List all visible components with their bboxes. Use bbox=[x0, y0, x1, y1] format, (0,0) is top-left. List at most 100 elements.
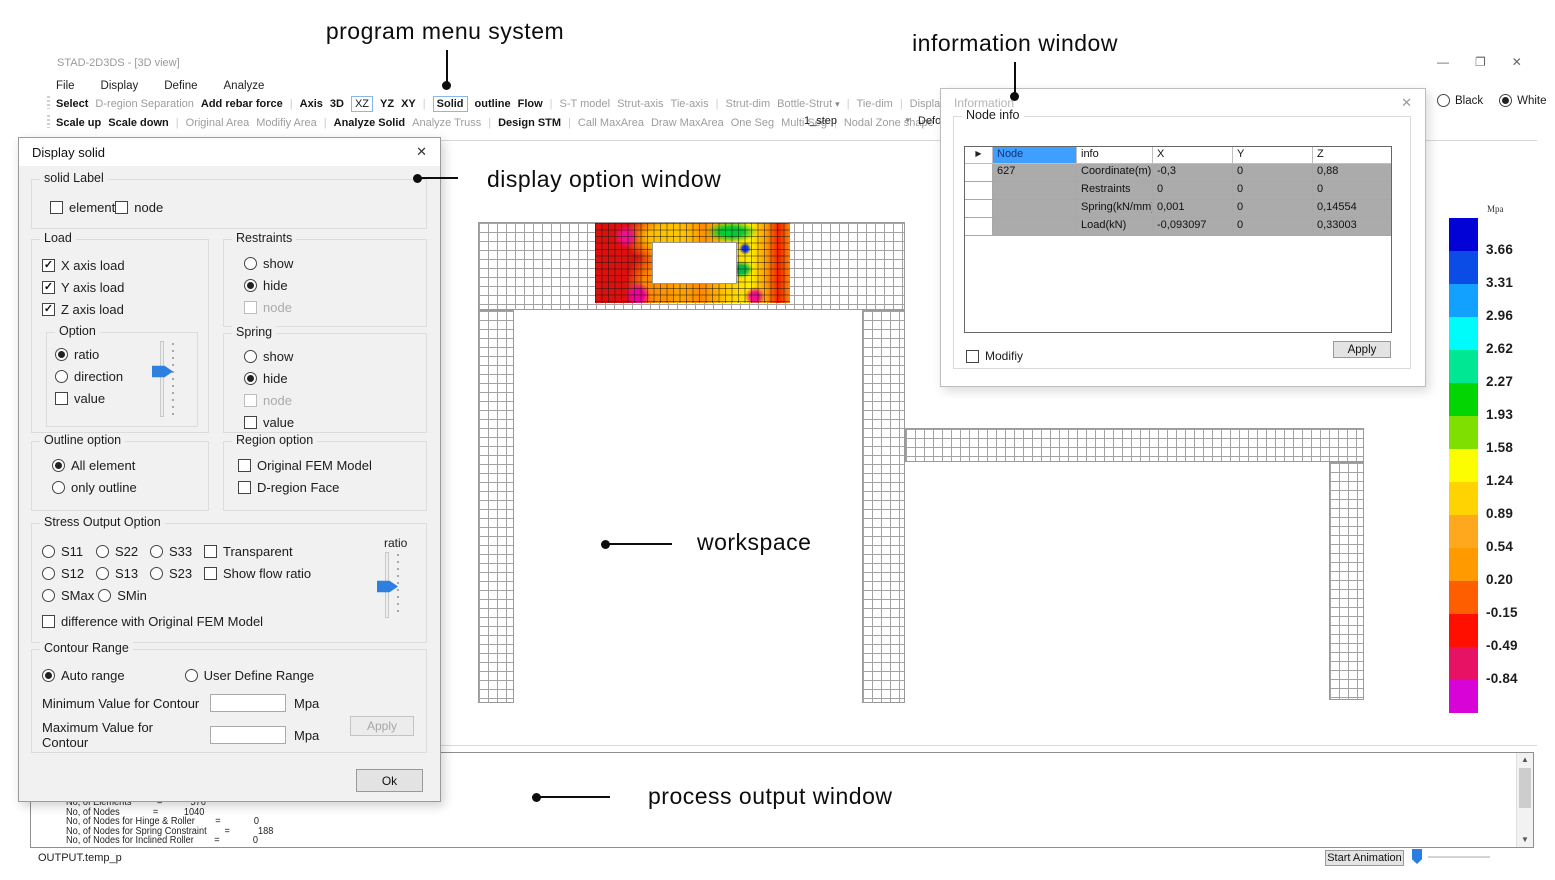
radio-s23[interactable]: S23 bbox=[150, 562, 200, 584]
toolbar-button-modifiy-area[interactable]: Modifiy Area bbox=[256, 117, 317, 129]
radio-s12[interactable]: S12 bbox=[42, 562, 92, 584]
radio-show[interactable]: show bbox=[244, 345, 294, 367]
toolbar-button-solid[interactable]: Solid bbox=[433, 96, 468, 112]
toolbar-button-add-rebar-force[interactable]: Add rebar force bbox=[201, 98, 283, 110]
radio-hide[interactable]: hide bbox=[244, 274, 293, 296]
toolbar-button-outline[interactable]: outline bbox=[475, 98, 511, 110]
toolbar-button-3d[interactable]: 3D bbox=[330, 98, 344, 110]
toolbar-button-analyze-solid[interactable]: Analyze Solid bbox=[334, 117, 406, 129]
toolbar-button-original-area[interactable]: Original Area bbox=[186, 117, 250, 129]
toolbar-button-tie-dim[interactable]: Tie-dim bbox=[857, 98, 893, 110]
table-header-cell-y[interactable]: Y bbox=[1233, 147, 1313, 164]
table-header-cell-x[interactable]: X bbox=[1153, 147, 1233, 164]
fem-mesh-left-column[interactable] bbox=[478, 310, 514, 703]
radio-ratio[interactable]: ratio bbox=[55, 343, 123, 365]
stress-ratio-slider[interactable] bbox=[376, 552, 410, 618]
radio-show[interactable]: show bbox=[244, 252, 293, 274]
toolbar-button-xy[interactable]: XY bbox=[401, 98, 416, 110]
table-row[interactable]: Load(kN)-0,09309700,33003 bbox=[965, 218, 1391, 236]
toolbar-button-analyze[interactable]: Analyze bbox=[224, 80, 265, 92]
scrollbar-thumb[interactable] bbox=[1519, 768, 1531, 808]
output-scrollbar[interactable]: ▲ ▼ bbox=[1516, 753, 1533, 847]
toolbar-button-xz[interactable]: XZ bbox=[351, 96, 373, 112]
toolbar-button-s-t-model[interactable]: S-T model bbox=[560, 98, 611, 110]
table-header-cell-z[interactable]: Z bbox=[1313, 147, 1391, 164]
close-icon[interactable]: ✕ bbox=[1512, 55, 1522, 69]
toolbar-button-design-stm[interactable]: Design STM bbox=[498, 117, 561, 129]
checkbox-d-region-face[interactable]: D-region Face bbox=[238, 476, 372, 498]
checkbox-show-flow-ratio[interactable]: Show flow ratio bbox=[204, 562, 311, 584]
radio-user-define-range[interactable]: User Define Range bbox=[185, 664, 315, 686]
radio-s22[interactable]: S22 bbox=[96, 540, 146, 562]
toolbar-button-bottle-strut[interactable]: Bottle-Strut▾ bbox=[777, 98, 840, 110]
min-contour-input[interactable] bbox=[210, 694, 286, 712]
toolbar-button-strut-dim[interactable]: Strut-dim bbox=[726, 98, 771, 110]
table-row[interactable]: Spring(kN/mm)0,00100,14554 bbox=[965, 200, 1391, 218]
radio-s13[interactable]: S13 bbox=[96, 562, 146, 584]
scroll-down-icon[interactable]: ▼ bbox=[1517, 833, 1533, 847]
radio-s33[interactable]: S33 bbox=[150, 540, 200, 562]
toolbar-button-select[interactable]: Select bbox=[56, 98, 88, 110]
toolbar-button-d-region-separation[interactable]: D-region Separation bbox=[95, 98, 193, 110]
animation-slider-thumb[interactable] bbox=[1412, 849, 1422, 864]
radio-only-outline[interactable]: only outline bbox=[52, 476, 137, 498]
checkbox-value[interactable]: value bbox=[244, 411, 294, 433]
toolbar-button-axis[interactable]: Axis bbox=[300, 98, 323, 110]
checkbox-node[interactable]: node bbox=[115, 196, 165, 218]
checkbox-difference-with-original-fem-model[interactable]: difference with Original FEM Model bbox=[42, 610, 263, 632]
slider-thumb[interactable] bbox=[377, 580, 398, 593]
checkbox-element[interactable]: element bbox=[50, 196, 115, 218]
close-icon[interactable]: ✕ bbox=[1401, 95, 1412, 111]
max-contour-input[interactable] bbox=[210, 726, 286, 744]
radio-hide[interactable]: hide bbox=[244, 367, 294, 389]
toolbar-button-yz[interactable]: YZ bbox=[380, 98, 394, 110]
table-row[interactable]: 627Coordinate(m)-0,300,88 bbox=[965, 164, 1391, 182]
toolbar-button-call-maxarea[interactable]: Call MaxArea bbox=[578, 117, 644, 129]
radio-auto-range[interactable]: Auto range bbox=[42, 664, 125, 686]
toolbar-button-flow[interactable]: Flow bbox=[518, 98, 543, 110]
ok-button[interactable]: Ok bbox=[356, 769, 423, 792]
radio-smin[interactable]: SMin bbox=[98, 584, 148, 606]
fem-mesh-right-beam[interactable] bbox=[905, 428, 1364, 462]
fem-mesh-right-column[interactable] bbox=[1329, 462, 1364, 700]
close-icon[interactable]: ✕ bbox=[416, 144, 427, 160]
table-row[interactable]: Restraints000 bbox=[965, 182, 1391, 200]
checkbox-modifiy[interactable]: Modifiy bbox=[966, 345, 1023, 367]
restore-icon[interactable]: ❐ bbox=[1475, 55, 1486, 69]
toolbar-button-draw-maxarea[interactable]: Draw MaxArea bbox=[651, 117, 724, 129]
checkbox-z-axis-load[interactable]: ✓Z axis load bbox=[42, 298, 125, 320]
toolbar-button-scale-down[interactable]: Scale down bbox=[108, 117, 169, 129]
toolbar-button-strut-axis[interactable]: Strut-axis bbox=[617, 98, 663, 110]
checkbox-y-axis-load[interactable]: ✓Y axis load bbox=[42, 276, 125, 298]
scroll-up-icon[interactable]: ▲ bbox=[1517, 753, 1533, 767]
checkbox-original-fem-model[interactable]: Original FEM Model bbox=[238, 454, 372, 476]
toolbar-button-display[interactable]: Display bbox=[101, 80, 139, 92]
animation-slider-track[interactable] bbox=[1428, 856, 1490, 858]
fem-mesh-middle-column[interactable] bbox=[862, 310, 905, 703]
checkbox-transparent[interactable]: Transparent bbox=[204, 540, 311, 562]
radio-direction[interactable]: direction bbox=[55, 365, 123, 387]
table-header-cell-info[interactable]: info bbox=[1077, 147, 1153, 164]
dialog-titlebar[interactable]: Display solid ✕ bbox=[19, 138, 440, 166]
table-header-cell-node[interactable]: Node bbox=[993, 147, 1077, 164]
start-animation-button[interactable]: Start Animation bbox=[1325, 850, 1404, 866]
white-mode-radio[interactable]: White bbox=[1499, 94, 1546, 107]
radio-s11[interactable]: S11 bbox=[42, 540, 92, 562]
toolbar-button-scale-up[interactable]: Scale up bbox=[56, 117, 101, 129]
load-ratio-slider[interactable] bbox=[151, 341, 185, 417]
info-apply-button[interactable]: Apply bbox=[1333, 341, 1391, 358]
toolbar-button-analyze-truss[interactable]: Analyze Truss bbox=[412, 117, 481, 129]
radio-smax[interactable]: SMax bbox=[42, 584, 94, 606]
minimize-icon[interactable]: — bbox=[1437, 55, 1449, 69]
toolbar-button-define[interactable]: Define bbox=[164, 80, 197, 92]
stress-contour-region[interactable] bbox=[595, 223, 790, 303]
slider-thumb[interactable] bbox=[152, 365, 173, 378]
toolbar-button-one-seg[interactable]: One Seg bbox=[731, 117, 774, 129]
checkbox-x-axis-load[interactable]: ✓X axis load bbox=[42, 254, 125, 276]
node-info-table[interactable]: ▶NodeinfoXYZ627Coordinate(m)-0,300,88Res… bbox=[964, 146, 1392, 333]
radio-all-element[interactable]: All element bbox=[52, 454, 137, 476]
black-mode-radio[interactable]: Black bbox=[1437, 94, 1483, 107]
step-dropdown[interactable]: 1_step ▾ bbox=[800, 112, 914, 129]
checkbox-value[interactable]: value bbox=[55, 387, 123, 409]
toolbar-button-tie-axis[interactable]: Tie-axis bbox=[671, 98, 709, 110]
